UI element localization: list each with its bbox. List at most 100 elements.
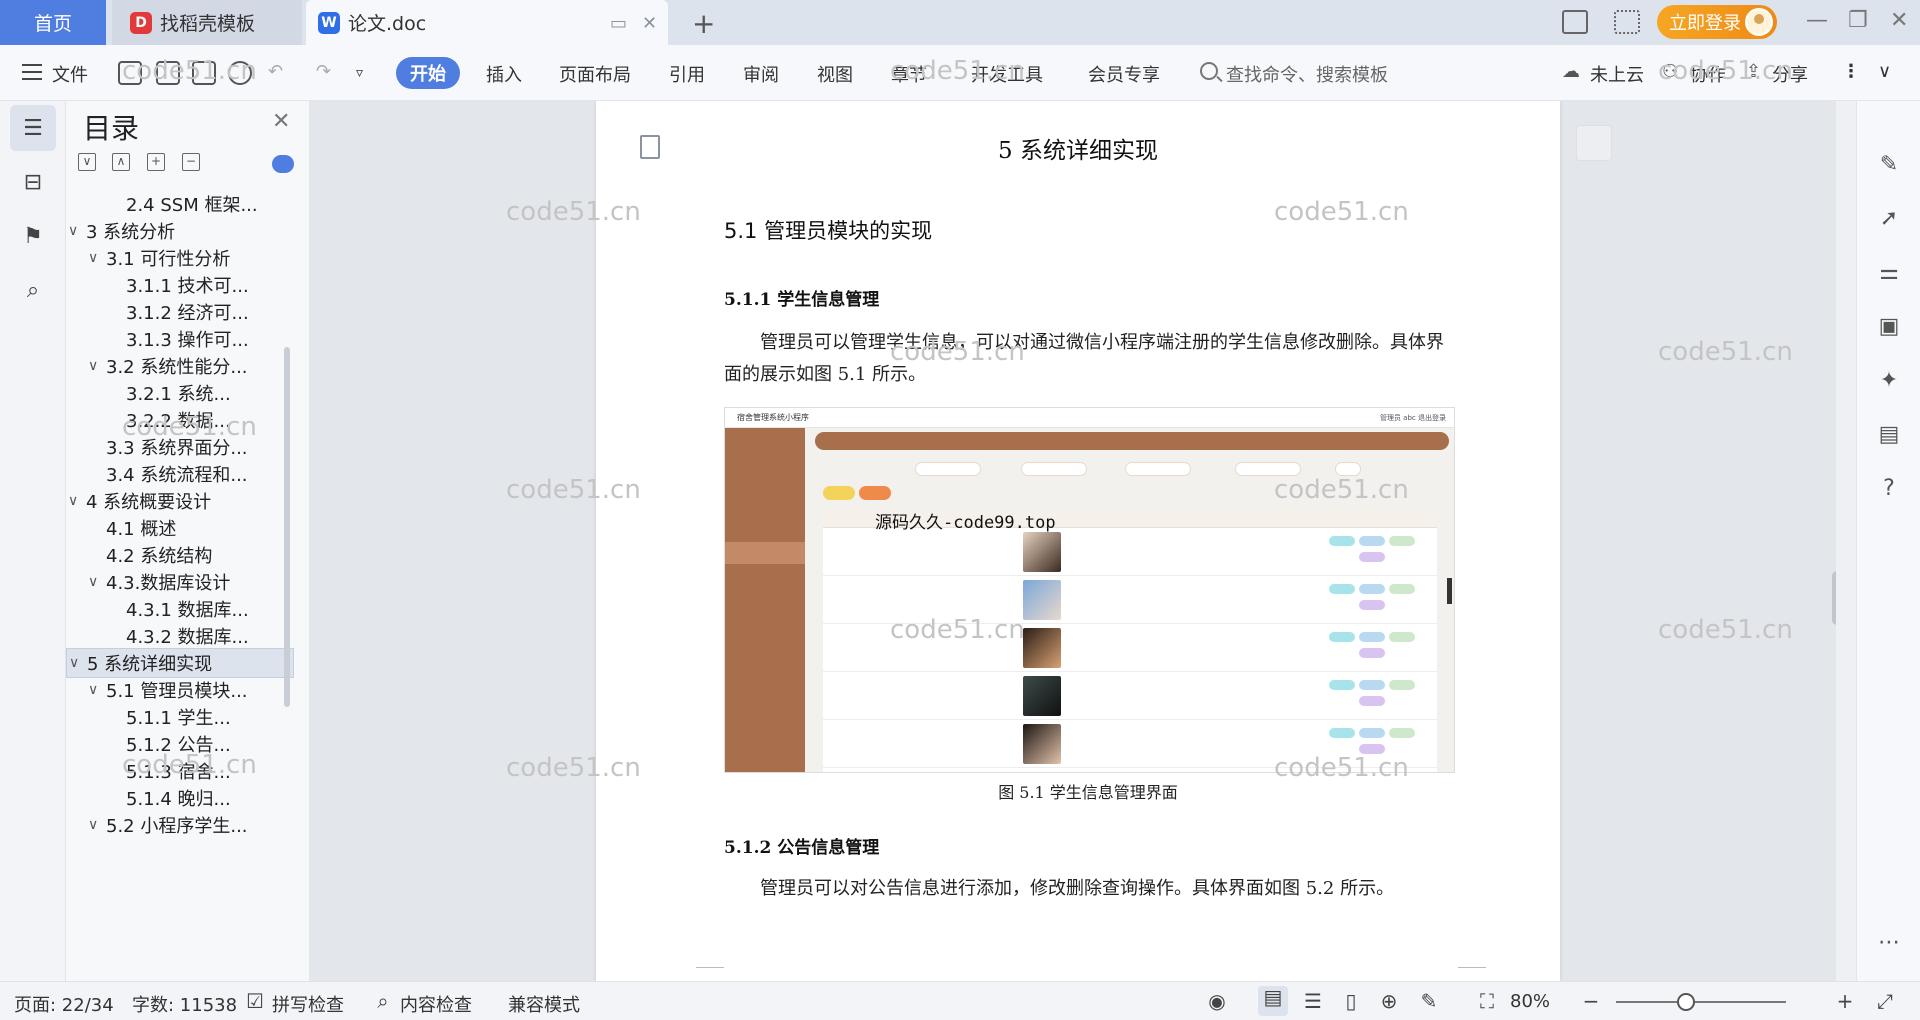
tab-page-layout[interactable]: 页面布局 [559, 61, 631, 87]
toc-item[interactable]: 5.1.2 公告... [66, 729, 294, 759]
toc-item[interactable]: ∨ 5.2 小程序学生... [66, 810, 294, 840]
page-view-icon[interactable]: ▤ [1258, 986, 1288, 1016]
export-icon[interactable] [156, 61, 180, 85]
document-page[interactable]: 5 系统详细实现 5.1 管理员模块的实现 5.1.1 学生信息管理 管理员可以… [596, 101, 1560, 981]
comment-panel-toggle[interactable] [1576, 125, 1612, 161]
quick-access-dropdown-icon[interactable]: ▿ [356, 65, 363, 81]
zoom-level[interactable]: 80% [1510, 991, 1550, 1012]
close-icon[interactable]: ✕ [272, 109, 290, 134]
image-tools-icon[interactable]: ▣ [1877, 315, 1901, 339]
apps-grid-icon[interactable] [1614, 10, 1640, 34]
chevron-down-icon[interactable]: ∨ [69, 655, 79, 671]
file-menu[interactable]: 文件 [52, 61, 88, 87]
word-count[interactable]: 字数: 11538 [132, 991, 237, 1017]
login-button[interactable]: 立即登录 [1657, 5, 1777, 39]
toc-item[interactable]: 3.2.1 系统... [66, 378, 294, 408]
chevron-down-icon[interactable]: ∨ [88, 250, 98, 266]
collapse-all-icon[interactable]: ∧ [112, 153, 130, 171]
more-icon[interactable]: ⋮ [1842, 61, 1860, 82]
toc-item[interactable]: 5.1.3 宿舍... [66, 756, 294, 786]
document-scrollbar[interactable] [1832, 571, 1836, 625]
toc-item[interactable]: 2.4 SSM 框架... [66, 189, 294, 219]
bookmark-icon[interactable]: ⚑ [10, 213, 56, 259]
toc-scrollbar[interactable] [284, 347, 290, 707]
more-tools-icon[interactable]: ⋯ [1877, 931, 1901, 955]
print-preview-icon[interactable] [228, 61, 252, 85]
toc-panel-icon[interactable]: ☰ [10, 105, 56, 151]
expand-all-icon[interactable]: ∨ [78, 153, 96, 171]
chevron-down-icon[interactable]: ∨ [68, 223, 78, 239]
ai-assistant-icon[interactable]: ✦ [1877, 369, 1901, 393]
fullscreen-icon[interactable]: ⤢ [1874, 990, 1896, 1012]
web-view-icon[interactable]: ⊕ [1378, 990, 1400, 1012]
close-window-icon[interactable]: ✕ [1890, 8, 1908, 33]
undo-icon[interactable]: ↶ [268, 61, 283, 82]
save-icon[interactable] [118, 61, 142, 85]
toc-item[interactable]: 4.3.1 数据库... [66, 594, 294, 624]
tab-start[interactable]: 开始 [396, 57, 460, 89]
add-heading-icon[interactable]: + [147, 153, 165, 171]
toc-item[interactable]: ∨ 5.1 管理员模块... [66, 675, 294, 705]
toc-item[interactable]: ∨ 3.2 系统性能分... [66, 351, 294, 381]
restore-icon[interactable]: ❐ [1848, 8, 1868, 33]
zoom-slider-handle[interactable] [1677, 993, 1695, 1011]
help-icon[interactable]: ? [1877, 477, 1901, 501]
share-button[interactable]: 分享 [1772, 61, 1808, 87]
toc-item[interactable]: ∨ 3.1 可行性分析 [66, 243, 294, 273]
chevron-down-icon[interactable]: ∨ [88, 682, 98, 698]
toc-item[interactable]: 3.1.1 技术可... [66, 270, 294, 300]
remove-heading-icon[interactable]: − [182, 153, 200, 171]
toc-item[interactable]: 3.4 系统流程和... [66, 459, 294, 489]
toc-item[interactable]: 3.1.2 经济可... [66, 297, 294, 327]
toc-item[interactable]: ∨ 4 系统概要设计 [66, 486, 294, 516]
write-mode-icon[interactable]: ✎ [1418, 990, 1440, 1012]
zoom-in-icon[interactable]: + [1834, 990, 1856, 1012]
zoom-out-icon[interactable]: − [1580, 990, 1602, 1012]
toc-item[interactable]: ∨ 4.3.数据库设计 [66, 567, 294, 597]
adjust-sliders-icon[interactable]: ⚌ [1877, 261, 1901, 285]
chapter-nav-icon[interactable]: ⊟ [10, 159, 56, 205]
tab-chapter[interactable]: 章节 [891, 61, 927, 87]
monitor-icon[interactable]: ▭ [610, 13, 627, 34]
new-tab-button[interactable]: + [692, 7, 715, 40]
cloud-status[interactable]: 未上云 [1590, 61, 1644, 87]
chevron-down-icon[interactable]: ∨ [88, 358, 98, 374]
tab-home[interactable]: 首页 [0, 0, 106, 45]
chevron-down-icon[interactable]: ∨ [88, 817, 98, 833]
find-icon[interactable]: ⌕ [10, 267, 56, 313]
close-tab-icon[interactable]: ✕ [642, 13, 657, 34]
spellcheck-button[interactable]: 拼写检查 [272, 991, 344, 1017]
tab-document[interactable]: W 论文.doc ▭ ✕ [306, 0, 668, 45]
chevron-down-icon[interactable]: ∨ [88, 574, 98, 590]
pen-icon[interactable]: ✎ [1877, 153, 1901, 177]
toc-item[interactable]: ∨ 5 系统详细实现 [66, 648, 294, 678]
zoom-slider[interactable] [1616, 1001, 1786, 1003]
toc-options-toggle[interactable] [272, 155, 294, 173]
minimize-icon[interactable]: — [1806, 8, 1828, 33]
command-search-input[interactable]: 查找命令、搜索模板 [1226, 61, 1388, 87]
toc-item[interactable]: 4.2 系统结构 [66, 540, 294, 570]
toc-item[interactable]: 4.3.2 数据库... [66, 621, 294, 651]
toc-item[interactable]: 4.1 概述 [66, 513, 294, 543]
fit-page-icon[interactable]: ⛶ [1476, 990, 1498, 1012]
tab-view[interactable]: 视图 [817, 61, 853, 87]
book-review-icon[interactable]: ▤ [1877, 423, 1901, 447]
toc-item[interactable]: 3.2.2 数据... [66, 405, 294, 435]
tab-template[interactable]: D 找稻壳模板 [112, 0, 302, 45]
content-check-button[interactable]: 内容检查 [400, 991, 472, 1017]
eye-protection-icon[interactable]: ◉ [1206, 990, 1228, 1012]
print-icon[interactable] [192, 61, 216, 85]
menu-icon[interactable] [22, 64, 42, 80]
tab-developer[interactable]: 开发工具 [971, 61, 1043, 87]
toc-item[interactable]: 5.1.1 学生... [66, 702, 294, 732]
tab-member[interactable]: 会员专享 [1088, 61, 1160, 87]
page-indicator[interactable]: 页面: 22/34 [14, 991, 114, 1017]
select-pointer-icon[interactable]: ➚ [1877, 207, 1901, 231]
toc-item[interactable]: ∨ 3 系统分析 [66, 216, 294, 246]
collapse-ribbon-icon[interactable]: ∨ [1878, 61, 1891, 82]
tab-review[interactable]: 审阅 [743, 61, 779, 87]
read-view-icon[interactable]: ▯ [1340, 990, 1362, 1012]
collaborate-button[interactable]: 协作 [1690, 61, 1726, 87]
toc-item[interactable]: 3.3 系统界面分... [66, 432, 294, 462]
toc-item[interactable]: 5.1.4 晚归... [66, 783, 294, 813]
